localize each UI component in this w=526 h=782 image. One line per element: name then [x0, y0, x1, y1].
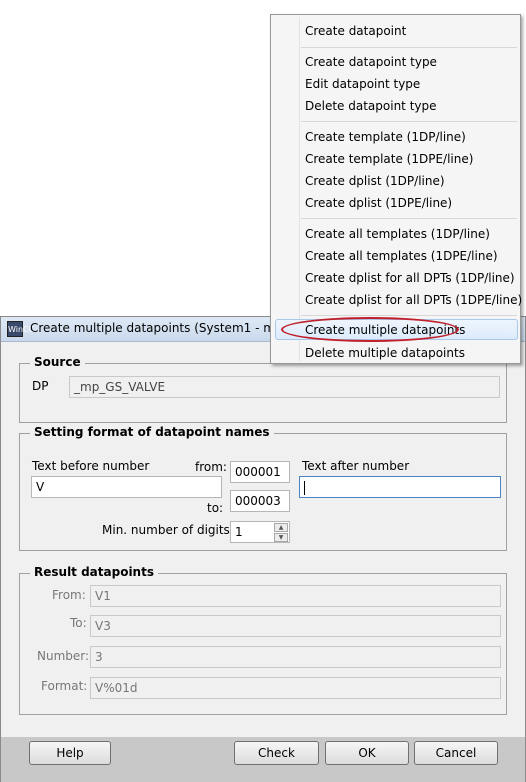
result-number-label: Number:	[37, 649, 90, 663]
menu-item-create-dplist-dpe[interactable]: Create dplist (1DPE/line)	[305, 196, 452, 210]
dp-field: _mp_GS_VALVE	[69, 376, 500, 398]
menu-item-create-dplist-dp[interactable]: Create dplist (1DP/line)	[305, 174, 445, 188]
to-input[interactable]: 000003	[230, 490, 290, 512]
button-bar: Help Check OK Cancel	[1, 737, 525, 782]
format-group: Setting format of datapoint names Text b…	[19, 425, 507, 551]
menu-separator	[301, 121, 517, 122]
menu-separator	[301, 47, 517, 48]
text-after-input[interactable]	[299, 476, 501, 498]
result-from-label: From:	[52, 588, 86, 602]
result-to-field: V3	[90, 615, 501, 637]
result-group: Result datapoints From: V1 To: V3 Number…	[19, 565, 507, 715]
result-format-label: Format:	[41, 679, 88, 693]
wincc-app-icon: WinCC	[7, 321, 34, 337]
cancel-button[interactable]: Cancel	[414, 741, 498, 765]
from-input[interactable]: 000001	[230, 461, 290, 483]
menu-item-create-template-dpe[interactable]: Create template (1DPE/line)	[305, 152, 473, 166]
menu-gutter	[299, 17, 300, 361]
ok-button[interactable]: OK	[325, 741, 409, 765]
menu-separator	[301, 315, 517, 316]
min-digits-spinbox[interactable]: 1 ▲ ▼	[230, 521, 290, 543]
dp-label: DP	[32, 379, 49, 393]
spin-up-icon[interactable]: ▲	[274, 523, 288, 532]
menu-item-create-dplist-all-dpts-dp[interactable]: Create dplist for all DPTs (1DP/line)	[305, 271, 515, 285]
menu-separator	[301, 218, 517, 219]
menu-item-delete-multiple-datapoints[interactable]: Delete multiple datapoints	[305, 346, 465, 360]
result-from-field: V1	[90, 585, 501, 607]
result-group-title: Result datapoints	[30, 565, 158, 579]
text-cursor	[304, 480, 305, 495]
text-before-label: Text before number	[32, 459, 150, 473]
check-button[interactable]: Check	[234, 741, 319, 765]
text-after-label: Text after number	[302, 459, 410, 473]
dialog-title: Create multiple datapoints (System1 - my…	[30, 321, 304, 335]
source-group: Source DP _mp_GS_VALVE	[19, 355, 507, 423]
help-button[interactable]: Help	[29, 741, 111, 765]
text-before-input[interactable]: V	[31, 476, 222, 498]
source-group-title: Source	[30, 355, 85, 369]
context-menu: Create datapoint Create datapoint type E…	[270, 14, 522, 364]
result-format-field: V%01d	[90, 677, 501, 699]
highlight-annotation-oval	[281, 317, 459, 342]
to-label: to:	[207, 501, 224, 515]
menu-item-create-all-templates-dp[interactable]: Create all templates (1DP/line)	[305, 227, 490, 241]
menu-item-create-all-templates-dpe[interactable]: Create all templates (1DPE/line)	[305, 249, 498, 263]
menu-item-delete-datapoint-type[interactable]: Delete datapoint type	[305, 99, 437, 113]
menu-item-edit-datapoint-type[interactable]: Edit datapoint type	[305, 77, 420, 91]
menu-item-create-datapoint[interactable]: Create datapoint	[305, 24, 406, 38]
spin-buttons: ▲ ▼	[274, 523, 288, 542]
spin-down-icon[interactable]: ▼	[274, 533, 288, 542]
result-number-field: 3	[90, 646, 501, 668]
format-group-title: Setting format of datapoint names	[30, 425, 274, 439]
create-multiple-datapoints-dialog: WinCC Create multiple datapoints (System…	[0, 316, 526, 782]
from-label: from:	[195, 460, 227, 474]
menu-item-create-dplist-all-dpts-dpe[interactable]: Create dplist for all DPTs (1DPE/line)	[305, 293, 522, 307]
menu-item-create-datapoint-type[interactable]: Create datapoint type	[305, 55, 437, 69]
min-digits-value: 1	[235, 525, 243, 539]
min-digits-label: Min. number of digits:	[102, 523, 234, 537]
result-to-label: To:	[70, 616, 87, 630]
menu-item-create-template-dp[interactable]: Create template (1DP/line)	[305, 130, 466, 144]
